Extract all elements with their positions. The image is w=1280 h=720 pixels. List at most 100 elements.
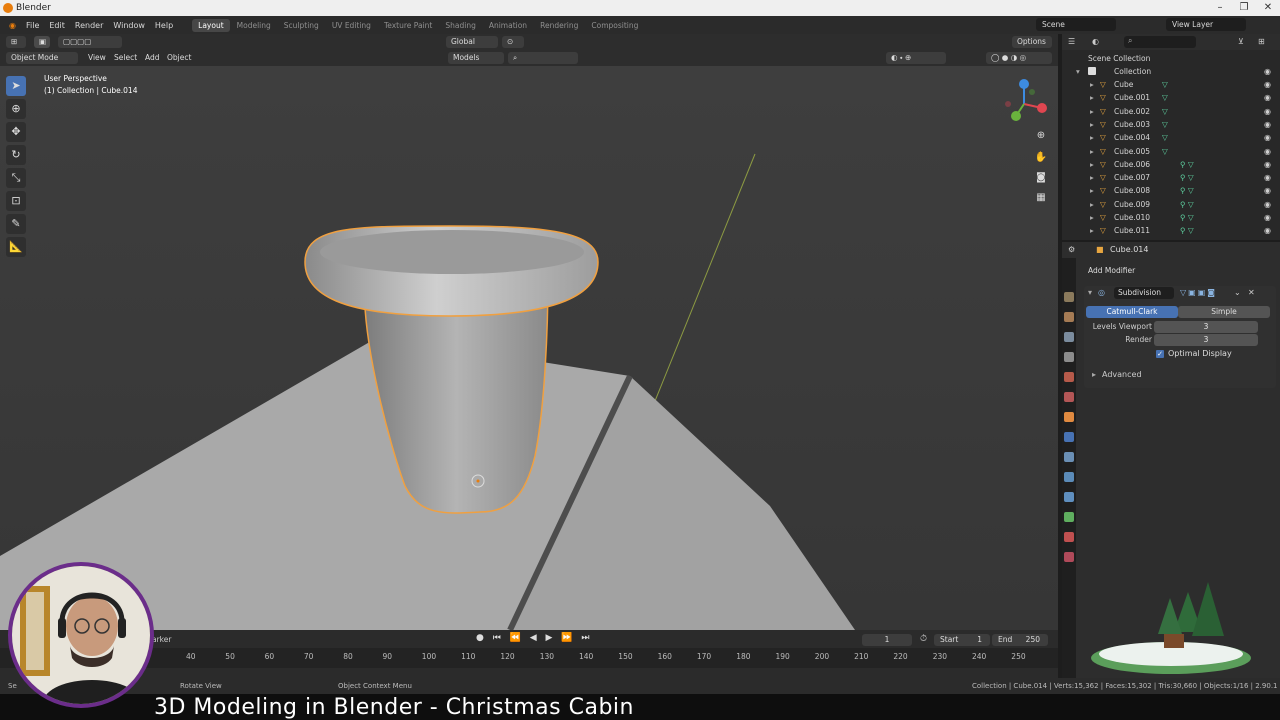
expand-icon[interactable]: ▸ bbox=[1090, 158, 1094, 171]
tab-animation[interactable]: Animation bbox=[483, 19, 533, 32]
mesh-data-icon[interactable]: ▽ bbox=[1162, 145, 1168, 158]
eye-icon[interactable]: ◉ bbox=[1264, 78, 1271, 91]
eye-icon[interactable]: ◉ bbox=[1264, 184, 1271, 197]
menu-render[interactable]: Render bbox=[70, 21, 108, 30]
advanced-section[interactable]: Advanced bbox=[1102, 370, 1142, 379]
tab-modeling[interactable]: Modeling bbox=[231, 19, 277, 32]
tab-texture-paint[interactable]: Texture Paint bbox=[378, 19, 438, 32]
eye-icon[interactable]: ◉ bbox=[1264, 211, 1271, 224]
blender-menu-icon[interactable]: ◉ bbox=[4, 21, 21, 30]
mesh-data-icon[interactable]: ⚲ ▽ bbox=[1180, 158, 1194, 171]
eye-icon[interactable]: ◉ bbox=[1264, 145, 1271, 158]
expand-icon[interactable]: ▸ bbox=[1090, 224, 1094, 237]
outliner-editor-icon[interactable]: ☰ bbox=[1068, 37, 1075, 46]
expand-icon[interactable]: ▸ bbox=[1090, 91, 1094, 104]
preview-range-icon[interactable]: ⏱ bbox=[920, 634, 927, 644]
mesh-data-icon[interactable]: ▽ bbox=[1162, 131, 1168, 144]
add-modifier-dropdown[interactable]: Add Modifier bbox=[1084, 264, 1276, 278]
timeline-editor[interactable]: arker ● ⏮ ⏪ ◀ ▶ ⏩ ⏭ 1 ⏱ Start 1 End 250 … bbox=[0, 630, 1058, 678]
levels-viewport-field[interactable]: 3 bbox=[1154, 321, 1258, 333]
properties-editor-icon[interactable]: ⚙ bbox=[1068, 245, 1075, 254]
tab-shading[interactable]: Shading bbox=[439, 19, 481, 32]
collapse-icon[interactable]: ▾ bbox=[1088, 288, 1092, 297]
display-mode-icon[interactable]: ◐ bbox=[1092, 37, 1099, 46]
mode-dropdown[interactable]: Object Mode bbox=[6, 52, 78, 64]
transform-tool-icon[interactable]: ⊡ bbox=[6, 191, 26, 211]
tab-rendering[interactable]: Rendering bbox=[534, 19, 584, 32]
eye-icon[interactable]: ◉ bbox=[1264, 198, 1271, 211]
texture-tab-icon[interactable] bbox=[1064, 552, 1074, 562]
scene-tab-icon[interactable] bbox=[1064, 372, 1074, 382]
mesh-data-icon[interactable]: ▽ bbox=[1162, 78, 1168, 91]
outliner-item[interactable]: ▸ ▽ Cube.003 ▽ ◉ bbox=[1062, 118, 1280, 131]
mesh-data-icon[interactable]: ▽ bbox=[1162, 118, 1168, 131]
tab-uv-editing[interactable]: UV Editing bbox=[326, 19, 377, 32]
expand-icon[interactable]: ▸ bbox=[1090, 105, 1094, 118]
eye-icon[interactable]: ◉ bbox=[1264, 118, 1271, 131]
collection-filter-dropdown[interactable]: Models bbox=[448, 52, 504, 64]
pan-hand-icon[interactable]: ✋ bbox=[1033, 150, 1049, 166]
render-levels-field[interactable]: 3 bbox=[1154, 334, 1258, 346]
timeline-ruler[interactable]: 40 50 60 70 80 90 100 110 120 130 140 150 160 170 180 1… bbox=[0, 648, 1058, 668]
expand-icon[interactable]: ▸ bbox=[1090, 198, 1094, 211]
filter-icon[interactable]: ⊻ bbox=[1238, 37, 1244, 46]
world-tab-icon[interactable] bbox=[1064, 392, 1074, 402]
tab-sculpting[interactable]: Sculpting bbox=[278, 19, 325, 32]
menu-window[interactable]: Window bbox=[108, 21, 150, 30]
minimize-icon[interactable]: – bbox=[1208, 0, 1232, 16]
expand-icon[interactable]: ▸ bbox=[1090, 78, 1094, 91]
object-tab-icon[interactable] bbox=[1064, 412, 1074, 422]
eye-icon[interactable]: ◉ bbox=[1264, 91, 1271, 104]
marker-menu[interactable]: arker bbox=[152, 635, 171, 644]
modifier-visibility-icons[interactable]: ▽▣▣◙ bbox=[1180, 288, 1217, 297]
shading-mode-buttons[interactable]: ◯ ● ◑ ◎ bbox=[986, 52, 1052, 64]
eye-icon[interactable]: ◉ bbox=[1264, 158, 1271, 171]
outliner-item[interactable]: ▸ ▽ Cube.009 ⚲ ▽ ◉ bbox=[1062, 198, 1280, 211]
expand-icon[interactable]: ▸ bbox=[1090, 131, 1094, 144]
mesh-data-icon[interactable]: ⚲ ▽ bbox=[1180, 224, 1194, 237]
expand-icon[interactable]: ▸ bbox=[1090, 171, 1094, 184]
mesh-data-icon[interactable]: ⚲ ▽ bbox=[1180, 198, 1194, 211]
cursor-tool-icon[interactable]: ⊕ bbox=[6, 99, 26, 119]
menu-add[interactable]: Add bbox=[145, 52, 160, 64]
remove-modifier-icon[interactable]: ✕ bbox=[1248, 288, 1255, 297]
eye-icon[interactable]: ◉ bbox=[1264, 171, 1271, 184]
view-layer-selector[interactable]: View Layer bbox=[1166, 18, 1246, 31]
advanced-expand-icon[interactable]: ▸ bbox=[1092, 370, 1096, 379]
menu-help[interactable]: Help bbox=[150, 21, 178, 30]
outliner-scene-collection[interactable]: Scene Collection bbox=[1062, 52, 1280, 65]
menu-file[interactable]: File bbox=[21, 21, 44, 30]
output-tab-icon[interactable] bbox=[1064, 332, 1074, 342]
outliner-collection[interactable]: ▾ Collection ◉ bbox=[1062, 65, 1280, 78]
modifier-tab-icon[interactable] bbox=[1064, 432, 1074, 442]
modifier-dropdown-icon[interactable]: ⌄ bbox=[1234, 288, 1241, 297]
editor-type-icon[interactable]: ⊞ bbox=[6, 36, 26, 48]
mesh-data-icon[interactable]: ▽ bbox=[1162, 105, 1168, 118]
outliner-item[interactable]: ▸ ▽ Cube.006 ⚲ ▽ ◉ bbox=[1062, 158, 1280, 171]
physics-tab-icon[interactable] bbox=[1064, 472, 1074, 482]
mesh-data-icon[interactable]: ⚲ ▽ bbox=[1180, 171, 1194, 184]
measure-tool-icon[interactable]: 📐 bbox=[6, 237, 26, 257]
menu-edit[interactable]: Edit bbox=[44, 21, 70, 30]
annotate-tool-icon[interactable]: ✎ bbox=[6, 214, 26, 234]
scene-selector[interactable]: Scene bbox=[1036, 18, 1116, 31]
transform-orientation-dropdown[interactable]: Global bbox=[446, 36, 498, 48]
menu-object[interactable]: Object bbox=[167, 52, 191, 64]
menu-select[interactable]: Select bbox=[114, 52, 137, 64]
menu-view[interactable]: View bbox=[88, 52, 106, 64]
rotate-tool-icon[interactable]: ↻ bbox=[6, 145, 26, 165]
expand-icon[interactable]: ▸ bbox=[1090, 145, 1094, 158]
selection-mode-icons[interactable]: ▢▢▢▢ bbox=[58, 36, 122, 48]
outliner-item[interactable]: ▸ ▽ Cube.005 ▽ ◉ bbox=[1062, 145, 1280, 158]
outliner-search-input[interactable]: ⌕ bbox=[1124, 36, 1196, 48]
outliner-item[interactable]: ▸ ▽ Cube.010 ⚲ ▽ ◉ bbox=[1062, 211, 1280, 224]
material-tab-icon[interactable] bbox=[1064, 532, 1074, 542]
mesh-data-icon[interactable]: ▽ bbox=[1162, 91, 1168, 104]
checkbox-icon[interactable] bbox=[1088, 67, 1096, 75]
new-collection-icon[interactable]: ⊞ bbox=[1258, 37, 1265, 46]
particles-tab-icon[interactable] bbox=[1064, 452, 1074, 462]
expand-icon[interactable]: ▸ bbox=[1090, 118, 1094, 131]
move-tool-icon[interactable]: ✥ bbox=[6, 122, 26, 142]
close-icon[interactable]: ✕ bbox=[1256, 0, 1280, 16]
playback-controls[interactable]: ● ⏮ ⏪ ◀ ▶ ⏩ ⏭ bbox=[476, 633, 592, 643]
